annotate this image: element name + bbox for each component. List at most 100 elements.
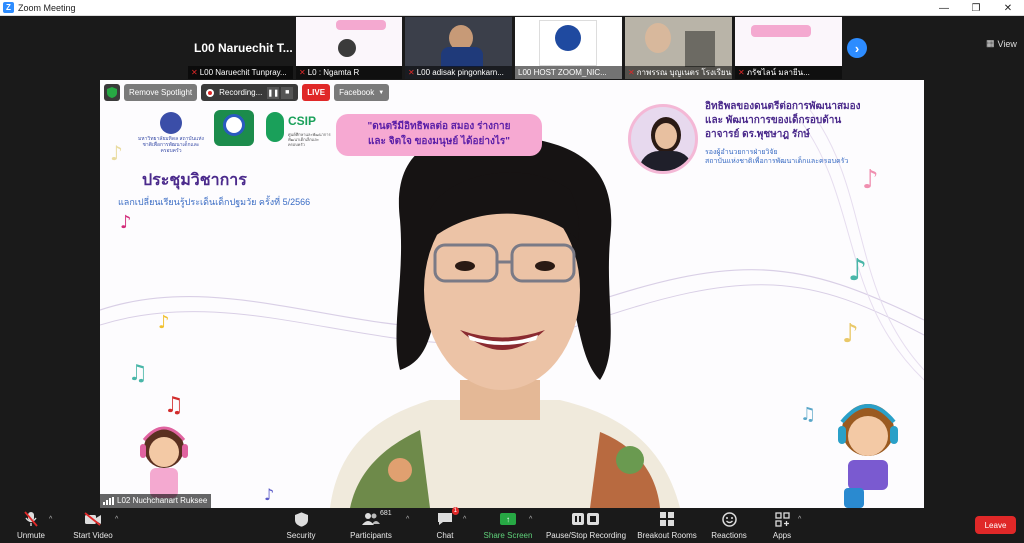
breakout-rooms-button[interactable]: Breakout Rooms [632,510,702,540]
slide-topic-banner: "ดนตรีมีอิทธิพลต่อ สมอง ร่างกาย และ จิตใ… [336,114,542,156]
speaker-portrait [628,104,698,174]
view-label: View [997,38,1017,49]
start-video-button[interactable]: Start Video [58,510,128,540]
minimize-button[interactable]: — [928,0,960,16]
slide-subheading: แลกเปลี่ยนเรียนรู้ประเด็นเด็กปฐมวัย ครั้… [118,197,311,207]
chevron-up-icon[interactable]: ^ [463,516,466,523]
music-note-icon: ♪ [120,212,132,233]
muted-mic-icon: ✕ [738,68,745,77]
chevron-up-icon[interactable]: ^ [529,516,532,523]
muted-mic-icon: ✕ [408,68,415,77]
pause-recording-label: Pause/Stop Recording [545,531,627,540]
boy-illustration [838,404,898,508]
signal-bars-icon [103,497,114,505]
meeting-toolbar: Unmute ^ Start Video ^ Security 681 Part… [0,507,1024,543]
breakout-rooms-label: Breakout Rooms [637,531,697,540]
title-bar: Z Zoom Meeting — ❐ ✕ [0,0,1024,16]
participant-name: L0 : Ngamta R [307,68,360,77]
grid-icon: ▦ [986,38,995,48]
main-video: ♪ ♪ ♫ ♫ ♪ ♪ ♪ ♪ ♫ ♪ มหาวิทยาลัยมหิดล สถา… [100,80,924,508]
participant-tile[interactable]: ✕ กาพรรณ บุญเนตร โรงเรียน... [625,17,732,79]
affiliation-line: สถาบันแห่งชาติเพื่อการพัฒนาเด็กและครอบคร… [705,158,849,165]
topic-line: "ดนตรีมีอิทธิพลต่อ สมอง ร่างกาย [367,121,511,132]
stop-icon[interactable]: ■ [281,86,294,99]
chat-icon: 1 [437,507,459,528]
organization-logo [539,20,597,66]
participant-name: ภรัชไลน์ มลายีน... [746,68,810,77]
csip-subtitle: ศูนย์ศึกษาและพัฒนาการพัฒนาเด็กเล็กและครอ… [288,132,331,147]
breakout-rooms-icon [660,510,674,528]
leave-button[interactable]: Leave [975,516,1016,534]
csip-logo [266,112,284,142]
facebook-live-dropdown[interactable]: Facebook ▼ [334,84,390,101]
speaker-affiliation: รองผู้อำนวยการฝ่ายวิจัย สถาบันแห่งชาติเพ… [705,148,919,166]
reactions-icon [721,510,737,528]
chevron-up-icon[interactable]: ^ [115,516,118,523]
share-screen-icon: ↑ [500,513,516,525]
recording-dot-icon [206,88,215,97]
participants-button[interactable]: 681 Participants [336,510,406,540]
view-button[interactable]: ▦ View [986,38,1017,49]
music-note-icon: ♫ [164,393,184,418]
zoom-logo-icon: Z [3,2,14,13]
apps-button[interactable]: Apps [747,510,817,540]
chevron-down-icon: ▼ [378,89,385,96]
apps-label: Apps [772,531,792,540]
start-video-label: Start Video [73,531,113,540]
security-shield-icon[interactable] [104,84,120,101]
chat-label: Chat [436,531,454,540]
unmute-button[interactable]: Unmute [0,510,66,540]
participant-name: กาพรรณ บุญเนตร โรงเรียน... [636,68,732,77]
chevron-up-icon[interactable]: ^ [406,516,409,523]
music-note-icon: ♪ [842,319,859,349]
window-title: Zoom Meeting [18,2,76,13]
institute-logo [214,110,254,146]
speaker-name: L02 Nuchchanart Ruksee [117,496,208,505]
video-off-icon [84,510,102,528]
live-badge: LIVE [302,84,331,101]
apps-icon [774,510,790,528]
recording-label: Recording... [219,88,263,97]
speaker-credit: อาจารย์ ดร.พุชษาฎ รักษ์ [705,129,810,140]
participant-tile[interactable]: ✕ ภรัชไลน์ มลายีน... [735,17,842,79]
music-note-icon: ♪ [848,253,867,288]
participant-tile[interactable]: L00 HOST ZOOM_NIC... [515,17,622,79]
participant-tile[interactable]: ✕ L0 : Ngamta R [296,17,402,79]
topic-line: และ จิตใจ ของมนุษย์ ได้อย่างไร" [367,136,510,147]
talk-title-line: อิทธิพลของดนตรีต่อการพัฒนาสมอง [705,101,861,112]
chat-button[interactable]: 1 Chat [410,507,480,540]
participant-name: L00 Naruechit Tunpray... [199,68,287,77]
participant-tile[interactable]: L00 Naruechit T... ✕ L00 Naruechit Tunpra… [188,17,293,79]
security-button[interactable]: Security [266,510,336,540]
security-label: Security [286,531,316,540]
next-page-arrow-icon[interactable]: › [847,38,867,58]
pause-stop-icon [571,510,601,528]
participant-name: L00 adisak pingonkarn... [416,68,504,77]
music-note-icon: ♪ [264,485,274,504]
muted-mic-icon: ✕ [299,68,306,77]
speaker-person [330,133,680,508]
participant-tile[interactable]: ✕ L00 adisak pingonkarn... [405,17,512,79]
participant-strip: L00 Naruechit T... ✕ L00 Naruechit Tunpra… [0,16,1024,80]
maximize-button[interactable]: ❐ [960,0,992,16]
share-screen-button[interactable]: ↑ Share Screen [473,510,543,540]
facebook-label: Facebook [339,88,375,97]
slide-heading: ประชุมวิชาการ [142,172,247,189]
muted-mic-icon [24,510,38,528]
avatar [645,23,671,53]
chat-badge: 1 [451,507,459,515]
remove-spotlight-button[interactable]: Remove Spotlight [124,84,198,101]
music-note-icon: ♫ [800,404,816,425]
participant-large-name: L00 Naruechit T... [194,41,293,55]
affiliation-line: รองผู้อำนวยการฝ่ายวิจัย [705,149,778,156]
chevron-up-icon[interactable]: ^ [798,516,801,523]
recording-indicator: Recording... ❚❚ ■ [201,84,299,101]
pause-stop-recording-button[interactable]: Pause/Stop Recording [546,510,626,540]
chevron-up-icon[interactable]: ^ [49,516,52,523]
csip-title: CSIP [288,114,317,128]
close-button[interactable]: ✕ [992,0,1024,16]
pause-icon[interactable]: ❚❚ [267,86,280,99]
speaker-name-tag: L02 Nuchchanart Ruksee [100,494,212,508]
shield-icon [294,510,308,528]
university-name: มหาวิทยาลัยมหิดล สถาบันแห่งชาติเพื่อการพ… [138,136,204,154]
